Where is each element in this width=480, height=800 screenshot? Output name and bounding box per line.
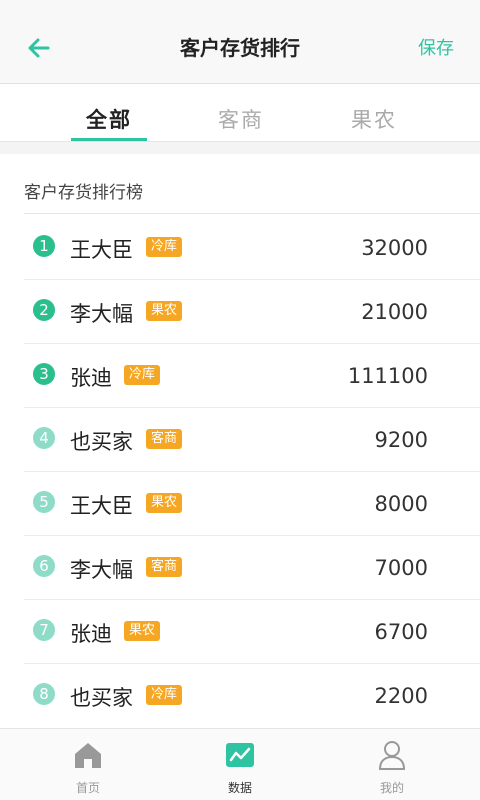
type-tag: 果农: [146, 493, 183, 513]
ranking-row[interactable]: 7 张迪 果农 6700: [24, 600, 480, 664]
customer-name: 张迪: [70, 366, 112, 390]
ranking-row[interactable]: 4 也买家 客商 9200: [24, 408, 480, 472]
filter-tabs: 全部 客商 果农: [0, 84, 480, 142]
rank-badge: 3: [33, 363, 55, 385]
rank-badge: 7: [33, 619, 55, 641]
save-button[interactable]: 保存: [418, 34, 454, 60]
stock-value: 111100: [347, 364, 428, 388]
rank-badge: 2: [33, 299, 55, 321]
tabbar-label: 数据: [227, 781, 252, 795]
navigation-bar: 客户存货排行 保存: [0, 0, 480, 84]
type-tag: 冷库: [146, 685, 183, 705]
user-icon: [378, 741, 406, 770]
customer-name: 李大幅: [70, 558, 133, 582]
bottom-tab-bar: 首页 数据 我的: [0, 728, 480, 800]
tab-all[interactable]: 全部: [61, 104, 157, 134]
stock-value: 9200: [374, 428, 428, 452]
customer-name: 王大臣: [70, 494, 133, 518]
ranking-title: 客户存货排行榜: [24, 183, 143, 203]
type-tag: 冷库: [124, 365, 161, 385]
page-title: 客户存货排行: [180, 36, 300, 60]
divider: [24, 213, 480, 214]
type-tag: 果农: [146, 301, 183, 321]
stock-value: 21000: [361, 300, 428, 324]
stock-value: 8000: [374, 492, 428, 516]
stock-value: 7000: [374, 556, 428, 580]
active-tab-indicator: [71, 138, 147, 141]
rank-badge: 6: [33, 555, 55, 577]
tabbar-label: 我的: [379, 781, 404, 795]
rank-badge: 1: [33, 235, 55, 257]
rank-badge: 4: [33, 427, 55, 449]
tabbar-profile[interactable]: 我的: [352, 729, 432, 800]
rank-badge: 5: [33, 491, 55, 513]
rank-badge: 8: [33, 683, 55, 705]
home-icon: [75, 743, 101, 768]
ranking-row[interactable]: 3 张迪 冷库 111100: [24, 344, 480, 408]
chart-icon: [226, 743, 254, 767]
ranking-card: 客户存货排行榜 1 王大臣 冷库 32000 2 李大幅 果农 21000 3 …: [0, 154, 480, 728]
customer-name: 也买家: [70, 430, 133, 454]
customer-name: 张迪: [70, 622, 112, 646]
type-tag: 客商: [146, 557, 183, 577]
type-tag: 果农: [124, 621, 161, 641]
tabbar-data[interactable]: 数据: [200, 729, 280, 800]
type-tag: 客商: [146, 429, 183, 449]
stock-value: 2200: [374, 684, 428, 708]
ranking-row[interactable]: 8 也买家 冷库 2200: [24, 664, 480, 728]
tab-farmer[interactable]: 果农: [326, 104, 422, 134]
customer-name: 王大臣: [70, 238, 133, 262]
tabbar-home[interactable]: 首页: [48, 729, 128, 800]
tab-merchant[interactable]: 客商: [193, 104, 289, 134]
customer-name: 也买家: [70, 686, 133, 710]
ranking-row[interactable]: 5 王大臣 果农 8000: [24, 472, 480, 536]
ranking-row[interactable]: 2 李大幅 果农 21000: [24, 280, 480, 344]
stock-value: 6700: [374, 620, 428, 644]
type-tag: 冷库: [146, 237, 183, 257]
customer-name: 李大幅: [70, 302, 133, 326]
stock-value: 32000: [361, 236, 428, 260]
tabbar-label: 首页: [75, 781, 100, 795]
ranking-row[interactable]: 1 王大臣 冷库 32000: [24, 216, 480, 280]
ranking-row[interactable]: 6 李大幅 客商 7000: [24, 536, 480, 600]
